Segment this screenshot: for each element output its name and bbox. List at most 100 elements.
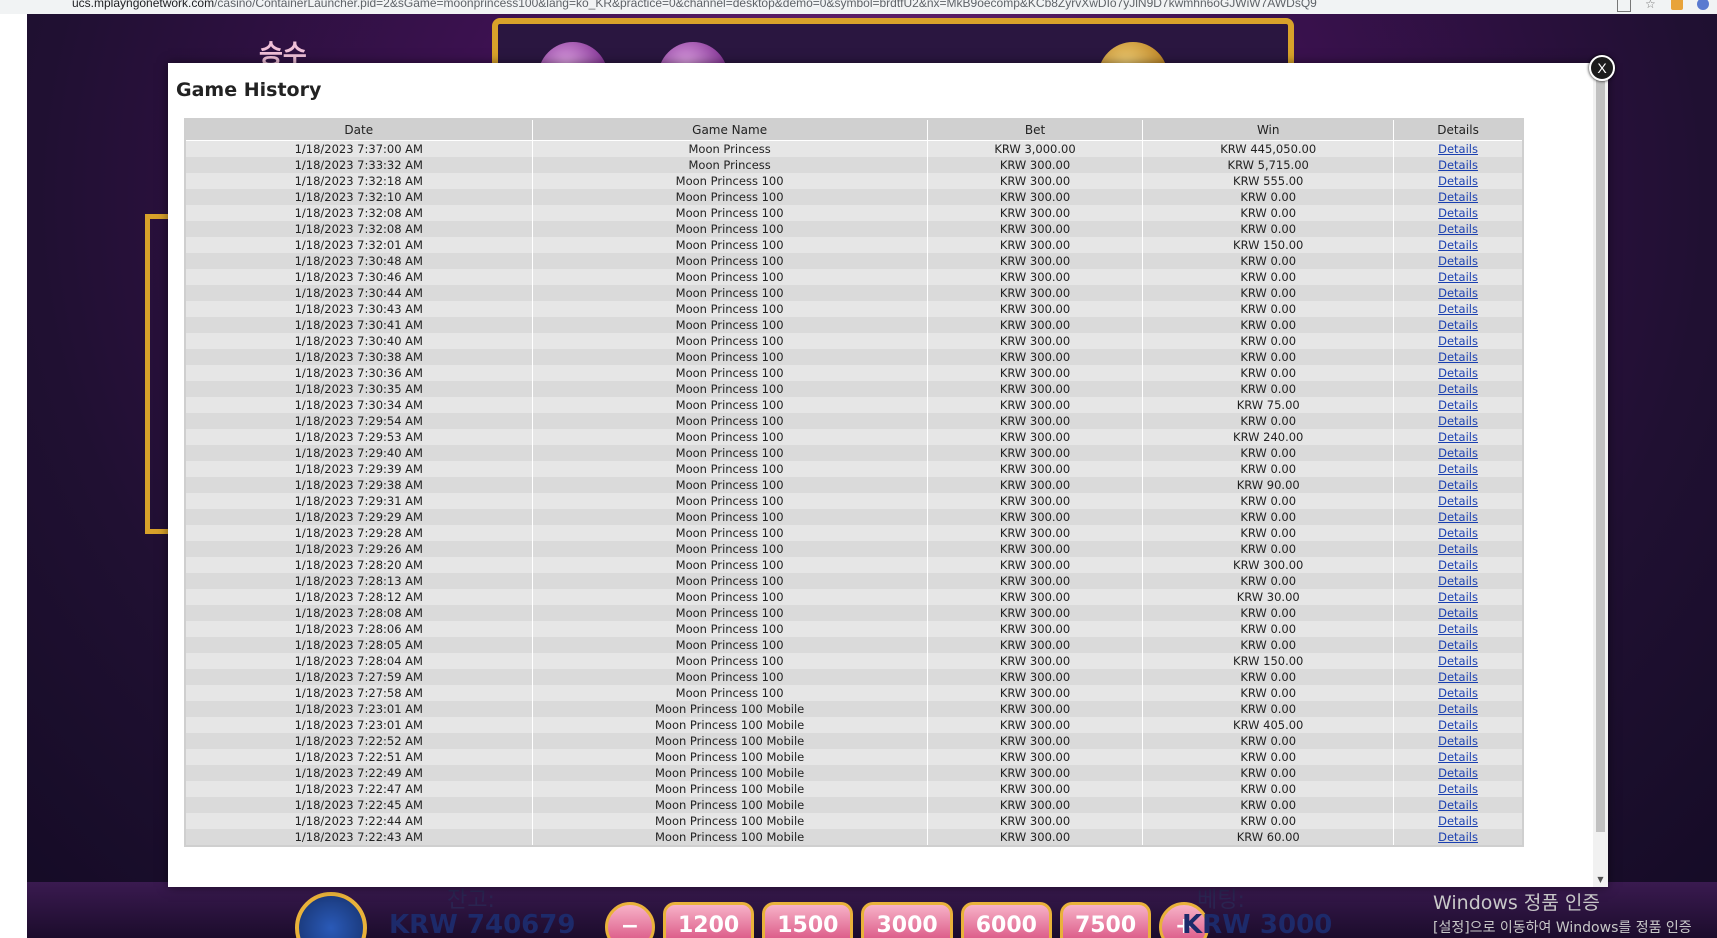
- details-link[interactable]: Details: [1438, 606, 1478, 620]
- cell-win: KRW 0.00: [1142, 765, 1395, 781]
- cell-game-name: Moon Princess 100 Mobile: [531, 797, 928, 813]
- bet-option-button[interactable]: 1500: [762, 902, 854, 938]
- details-link[interactable]: Details: [1438, 478, 1478, 492]
- cell-details: Details: [1393, 349, 1524, 365]
- details-link[interactable]: Details: [1438, 654, 1478, 668]
- table-row: 1/18/2023 7:29:54 AM Moon Princess 100 KRW…: [184, 413, 1524, 429]
- cell-win: KRW 30.00: [1142, 589, 1395, 605]
- cell-date: 1/18/2023 7:27:58 AM: [184, 685, 533, 701]
- cell-win: KRW 405.00: [1142, 717, 1395, 733]
- details-link[interactable]: Details: [1438, 222, 1478, 236]
- cell-bet: KRW 300.00: [926, 397, 1144, 413]
- share-icon[interactable]: [1617, 0, 1631, 12]
- game-history-modal: Game History Date Game Name Bet Win Deta…: [168, 63, 1608, 887]
- details-link[interactable]: Details: [1438, 494, 1478, 508]
- cell-game-name: Moon Princess 100: [531, 381, 928, 397]
- details-link[interactable]: Details: [1438, 174, 1478, 188]
- vertical-scrollbar[interactable]: ▲ ▼: [1593, 63, 1608, 887]
- cell-details: Details: [1393, 541, 1524, 557]
- details-link[interactable]: Details: [1438, 302, 1478, 316]
- extension-icon[interactable]: [1671, 0, 1683, 10]
- details-link[interactable]: Details: [1438, 462, 1478, 476]
- details-link[interactable]: Details: [1438, 158, 1478, 172]
- cell-details: Details: [1393, 653, 1524, 669]
- star-icon[interactable]: ☆: [1645, 0, 1657, 10]
- close-modal-button[interactable]: X: [1589, 55, 1615, 81]
- cell-bet: KRW 300.00: [926, 205, 1144, 221]
- details-link[interactable]: Details: [1438, 782, 1478, 796]
- details-link[interactable]: Details: [1438, 574, 1478, 588]
- bet-option-button[interactable]: 3000: [861, 902, 953, 938]
- bet-option-button[interactable]: 1200: [663, 902, 755, 938]
- details-link[interactable]: Details: [1438, 318, 1478, 332]
- details-link[interactable]: Details: [1438, 590, 1478, 604]
- details-link[interactable]: Details: [1438, 638, 1478, 652]
- browser-address-bar[interactable]: ucs.mplayngonetwork.com/casino/Container…: [0, 0, 1717, 15]
- scrollbar-thumb[interactable]: [1596, 77, 1605, 832]
- cell-details: Details: [1393, 829, 1524, 846]
- scroll-down-arrow-icon[interactable]: ▼: [1593, 873, 1608, 887]
- details-link[interactable]: Details: [1438, 750, 1478, 764]
- cell-win: KRW 0.00: [1142, 253, 1395, 269]
- cell-date: 1/18/2023 7:28:04 AM: [184, 653, 533, 669]
- cell-bet: KRW 300.00: [926, 189, 1144, 205]
- details-link[interactable]: Details: [1438, 670, 1478, 684]
- url-text[interactable]: ucs.mplayngonetwork.com/casino/Container…: [72, 0, 1317, 10]
- details-link[interactable]: Details: [1438, 414, 1478, 428]
- table-row: 1/18/2023 7:28:12 AM Moon Princess 100 KRW…: [184, 589, 1524, 605]
- browser-toolbar-icons: ☆: [1617, 0, 1709, 12]
- details-link[interactable]: Details: [1438, 270, 1478, 284]
- details-link[interactable]: Details: [1438, 622, 1478, 636]
- cell-win: KRW 5,715.00: [1142, 157, 1395, 173]
- table-row: 1/18/2023 7:29:31 AM Moon Princess 100 KRW…: [184, 493, 1524, 509]
- details-link[interactable]: Details: [1438, 558, 1478, 572]
- cell-details: Details: [1393, 445, 1524, 461]
- details-link[interactable]: Details: [1438, 286, 1478, 300]
- details-link[interactable]: Details: [1438, 766, 1478, 780]
- bet-option-button[interactable]: 6000: [960, 902, 1052, 938]
- details-link[interactable]: Details: [1438, 430, 1478, 444]
- details-link[interactable]: Details: [1438, 702, 1478, 716]
- table-row: 1/18/2023 7:30:46 AM Moon Princess 100 KRW…: [184, 269, 1524, 285]
- details-link[interactable]: Details: [1438, 334, 1478, 348]
- details-link[interactable]: Details: [1438, 142, 1478, 156]
- profile-icon[interactable]: [1697, 0, 1709, 10]
- details-link[interactable]: Details: [1438, 190, 1478, 204]
- details-link[interactable]: Details: [1438, 718, 1478, 732]
- details-link[interactable]: Details: [1438, 350, 1478, 364]
- details-link[interactable]: Details: [1438, 686, 1478, 700]
- details-link[interactable]: Details: [1438, 238, 1478, 252]
- cell-details: Details: [1393, 621, 1524, 637]
- details-link[interactable]: Details: [1438, 398, 1478, 412]
- details-link[interactable]: Details: [1438, 366, 1478, 380]
- details-link[interactable]: Details: [1438, 814, 1478, 828]
- details-link[interactable]: Details: [1438, 206, 1478, 220]
- details-link[interactable]: Details: [1438, 446, 1478, 460]
- details-link[interactable]: Details: [1438, 798, 1478, 812]
- bet-decrease-button[interactable]: −: [605, 902, 655, 938]
- cell-game-name: Moon Princess 100 Mobile: [531, 701, 928, 717]
- cell-win: KRW 0.00: [1142, 813, 1395, 829]
- details-link[interactable]: Details: [1438, 510, 1478, 524]
- details-link[interactable]: Details: [1438, 830, 1478, 844]
- details-link[interactable]: Details: [1438, 382, 1478, 396]
- cell-details: Details: [1393, 605, 1524, 621]
- cell-bet: KRW 300.00: [926, 413, 1144, 429]
- cell-bet: KRW 300.00: [926, 237, 1144, 253]
- details-link[interactable]: Details: [1438, 526, 1478, 540]
- cell-game-name: Moon Princess 100: [531, 509, 928, 525]
- bet-option-button[interactable]: 7500: [1059, 902, 1152, 938]
- table-row: 1/18/2023 7:28:20 AM Moon Princess 100 KRW…: [184, 557, 1524, 573]
- cell-details: Details: [1393, 765, 1524, 781]
- cell-details: Details: [1393, 749, 1524, 765]
- cell-game-name: Moon Princess 100 Mobile: [531, 717, 928, 733]
- details-link[interactable]: Details: [1438, 542, 1478, 556]
- details-link[interactable]: Details: [1438, 254, 1478, 268]
- details-link[interactable]: Details: [1438, 734, 1478, 748]
- table-row: 1/18/2023 7:32:08 AM Moon Princess 100 KRW…: [184, 205, 1524, 221]
- cell-bet: KRW 300.00: [926, 317, 1144, 333]
- cell-win: KRW 0.00: [1142, 461, 1395, 477]
- cell-game-name: Moon Princess 100: [531, 653, 928, 669]
- cell-bet: KRW 300.00: [926, 349, 1144, 365]
- history-scroll-region[interactable]: Date Game Name Bet Win Details 1/18/2023…: [184, 118, 1592, 887]
